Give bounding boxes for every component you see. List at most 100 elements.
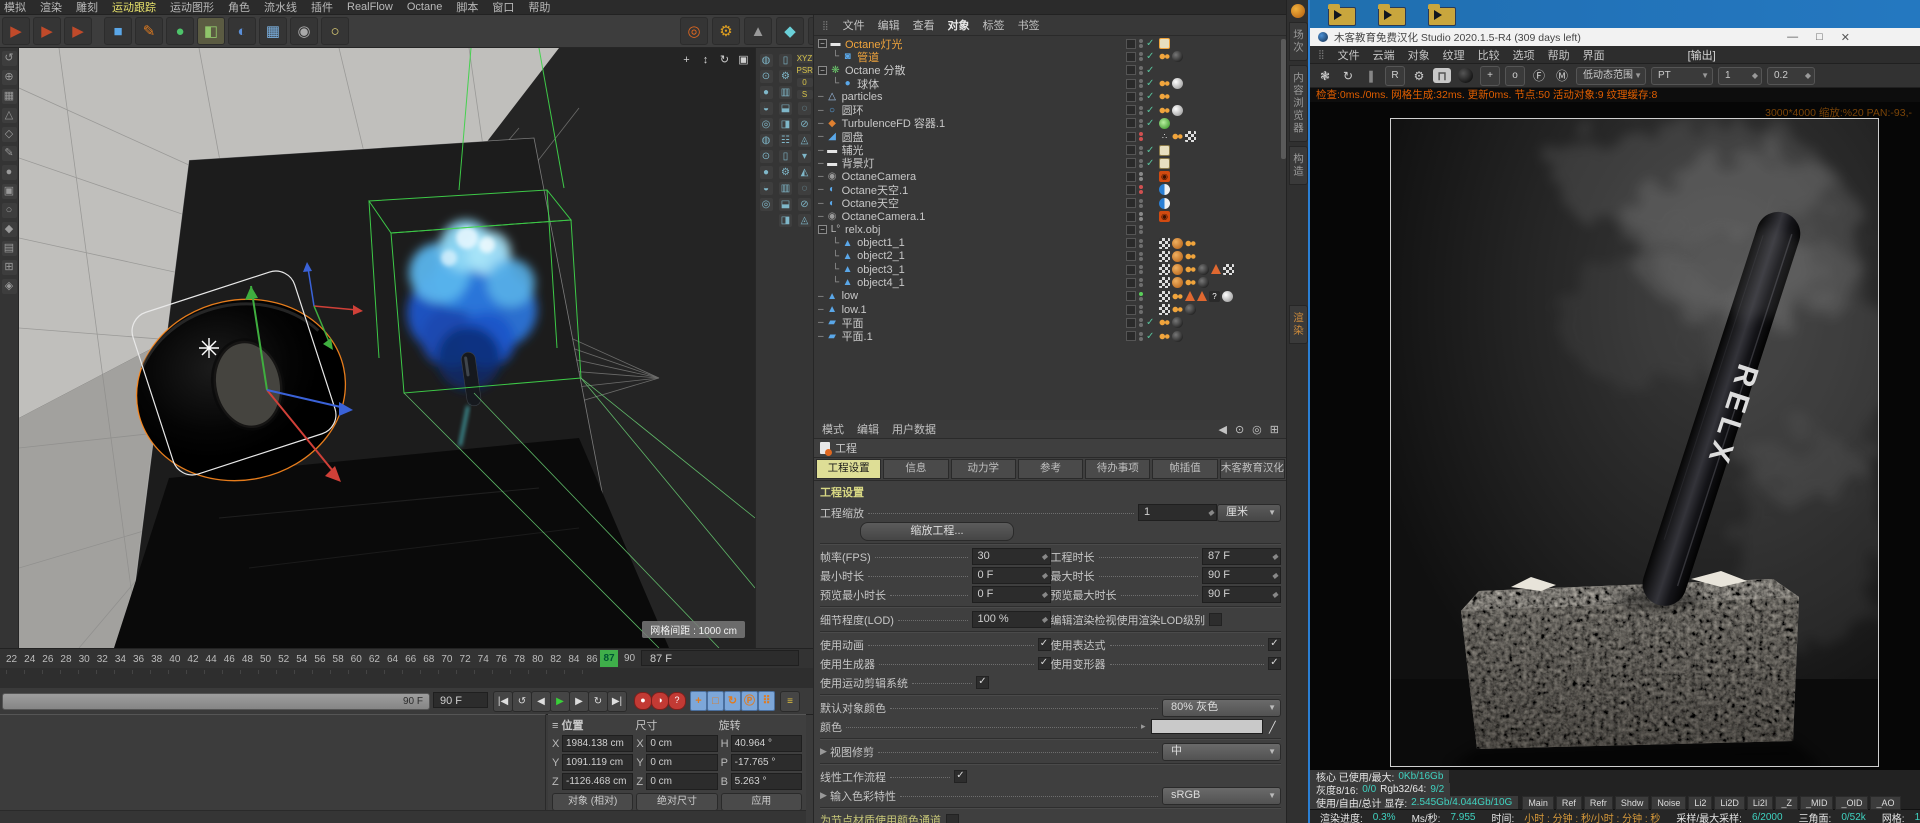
plus-box-icon[interactable]: ⊞ (1, 260, 17, 275)
mini-dock-icon[interactable]: ● (759, 86, 773, 99)
object-row-particles[interactable]: – △ particles ✓ (814, 90, 1279, 103)
warn-tag-icon[interactable] (1211, 264, 1221, 275)
settings-gear-icon[interactable]: ⚙ (1410, 67, 1428, 85)
pass-tab-_MID[interactable]: _MID (1799, 795, 1834, 810)
visibility-dots[interactable] (1139, 265, 1143, 275)
pan-icon[interactable]: + (679, 54, 694, 67)
minimize-icon[interactable]: — (1787, 31, 1798, 44)
visibility-dots[interactable] (1139, 105, 1143, 115)
object-name[interactable]: low.1 (842, 304, 867, 316)
spline-pen-icon[interactable]: ✎ (135, 17, 163, 45)
tab-工程设置[interactable]: 工程设置 (816, 459, 882, 479)
dots-orange-tag-icon[interactable] (1159, 51, 1170, 63)
menu-item-雕刻[interactable]: 雕刻 (76, 0, 98, 15)
layer-box[interactable] (1126, 105, 1136, 116)
project-scale-field[interactable]: 1 ◆ (1138, 504, 1217, 521)
pause-icon[interactable]: ∥ (1362, 67, 1380, 85)
object-name[interactable]: 背景灯 (842, 155, 875, 171)
collapse-icon[interactable]: − (818, 65, 827, 75)
light-tag-tag-icon[interactable] (1159, 144, 1170, 156)
lod-checkbox[interactable] (1209, 613, 1223, 626)
object-name[interactable]: object3_1 (857, 264, 905, 276)
visibility-dots[interactable] (1139, 172, 1143, 182)
enabled-check-icon[interactable]: ✓ (1146, 51, 1156, 62)
material-m-icon[interactable]: Ⓜ (1553, 67, 1571, 85)
enabled-check-icon[interactable]: ✓ (1146, 105, 1156, 116)
autokey-help-button[interactable]: ? (668, 692, 686, 710)
dropdown-视图修剪[interactable]: 中 ▼ (1162, 742, 1281, 761)
dots-orange-tag-icon[interactable] (1172, 304, 1183, 316)
dropdown-输入色彩特性[interactable]: sRGB ▼ (1162, 786, 1281, 805)
mini-dock-icon[interactable]: ◒ (759, 102, 773, 115)
terrain-icon[interactable]: ▲ (744, 17, 772, 45)
octane-titlebar[interactable]: 木客教育免费汉化 Studio 2020.1.5-R4 (309 days le… (1310, 28, 1920, 46)
apply-button[interactable]: 应用 (720, 793, 802, 811)
menu-item-运动跟踪[interactable]: 运动跟踪 (112, 0, 156, 16)
phong-tag-icon[interactable] (1172, 277, 1183, 289)
sphere-dark-tag-icon[interactable] (1198, 277, 1209, 289)
panel-icon[interactable]: ▣ (1, 184, 17, 199)
expand-triangle-icon[interactable]: ▸ (1141, 721, 1151, 732)
orbit-icon[interactable]: ↻ (717, 54, 732, 67)
preview-range-slider[interactable]: 90 F (2, 693, 430, 710)
dock-tab-构造[interactable]: 构造 (1289, 145, 1308, 185)
visibility-dots[interactable] (1139, 331, 1143, 341)
sphere-light-tag-icon[interactable] (1222, 290, 1233, 302)
object-row-Octane天空[interactable]: – ◐ Octane天空 (814, 197, 1279, 210)
new-panel-icon[interactable]: ⊞ (1270, 423, 1279, 436)
checker-tag-icon[interactable] (1185, 131, 1196, 143)
mograph-sphere-icon[interactable]: ● (166, 17, 194, 45)
mini-dock-icon[interactable]: ◒ (759, 182, 773, 195)
diamond-icon[interactable]: ◇ (1, 127, 17, 142)
keyframe-presets-button[interactable]: ≡ (780, 691, 800, 712)
display-mode-dropdown[interactable]: 低动态范围 ▼ (1576, 66, 1646, 85)
pass-tab-Ref[interactable]: Ref (1555, 795, 1582, 810)
checker-tag-icon[interactable] (1159, 277, 1170, 289)
visibility-dots[interactable] (1139, 212, 1143, 221)
octane-logo-icon[interactable]: ◎ (680, 17, 708, 45)
menu-item-插件[interactable]: 插件 (311, 0, 333, 15)
dots-orange-tag-icon[interactable] (1159, 104, 1170, 116)
checkbox-使用动画[interactable]: ✓ (1037, 638, 1051, 651)
menu-item-流水线[interactable]: 流水线 (264, 0, 297, 15)
rows-icon[interactable]: ▤ (1, 241, 17, 256)
coord-mode-dropdown[interactable]: 对象 (相对) (552, 793, 634, 811)
layer-box[interactable] (1126, 291, 1136, 302)
gear-icon[interactable]: ⚙ (712, 17, 740, 45)
collapse-icon[interactable]: − (818, 39, 827, 49)
octane-menu-界面[interactable]: 界面 (1583, 47, 1605, 63)
field-最小时长[interactable]: 0 F ◆ (971, 567, 1051, 584)
mini-dock-icon[interactable]: ▾ (798, 150, 811, 163)
coord-field-B2[interactable]: 5.263 ° (730, 773, 802, 790)
field-最大时长[interactable]: 90 F ◆ (1202, 567, 1281, 584)
object-row-平面[interactable]: – ▰ 平面 ✓ (814, 316, 1279, 330)
small-o-icon[interactable]: o (1505, 65, 1525, 86)
layer-box[interactable] (1126, 131, 1136, 142)
key-rotation-toggle[interactable]: ↻ (724, 691, 741, 711)
phong-tag-icon[interactable] (1172, 264, 1183, 276)
grid-icon[interactable]: ▦ (1, 89, 17, 104)
cube-tool-icon[interactable]: ■ (104, 17, 132, 45)
om-menu-文件[interactable]: 文件 (843, 17, 865, 33)
menu-item-窗口[interactable]: 窗口 (492, 0, 514, 15)
pin-icon[interactable]: ⊙ (1235, 423, 1244, 436)
visibility-dots[interactable] (1139, 318, 1143, 328)
spinner-icon[interactable]: ◆ (1272, 568, 1278, 583)
region-r-icon[interactable]: R (1385, 65, 1405, 86)
layer-box[interactable] (1126, 91, 1136, 102)
spinner-icon[interactable]: ◆ (1041, 587, 1047, 602)
layer-box[interactable] (1126, 78, 1136, 89)
pen-icon[interactable]: ✎ (1, 146, 17, 161)
dots-orange-tag-icon[interactable] (1159, 317, 1170, 329)
visibility-dots[interactable] (1139, 305, 1143, 315)
layer-box[interactable] (1126, 238, 1136, 249)
tab-参考[interactable]: 参考 (1017, 459, 1084, 479)
enabled-check-icon[interactable]: ✓ (1146, 331, 1156, 342)
keyframe-track[interactable] (0, 668, 813, 689)
layer-box[interactable] (1126, 317, 1136, 328)
dots-orange-tag-icon[interactable] (1159, 91, 1170, 103)
layer-box[interactable] (1126, 277, 1136, 288)
field-预览最大时长[interactable]: 90 F ◆ (1202, 586, 1281, 603)
octane-menu-对象[interactable]: 对象 (1408, 47, 1430, 63)
mini-dock-icon[interactable]: ◍ (759, 54, 773, 67)
